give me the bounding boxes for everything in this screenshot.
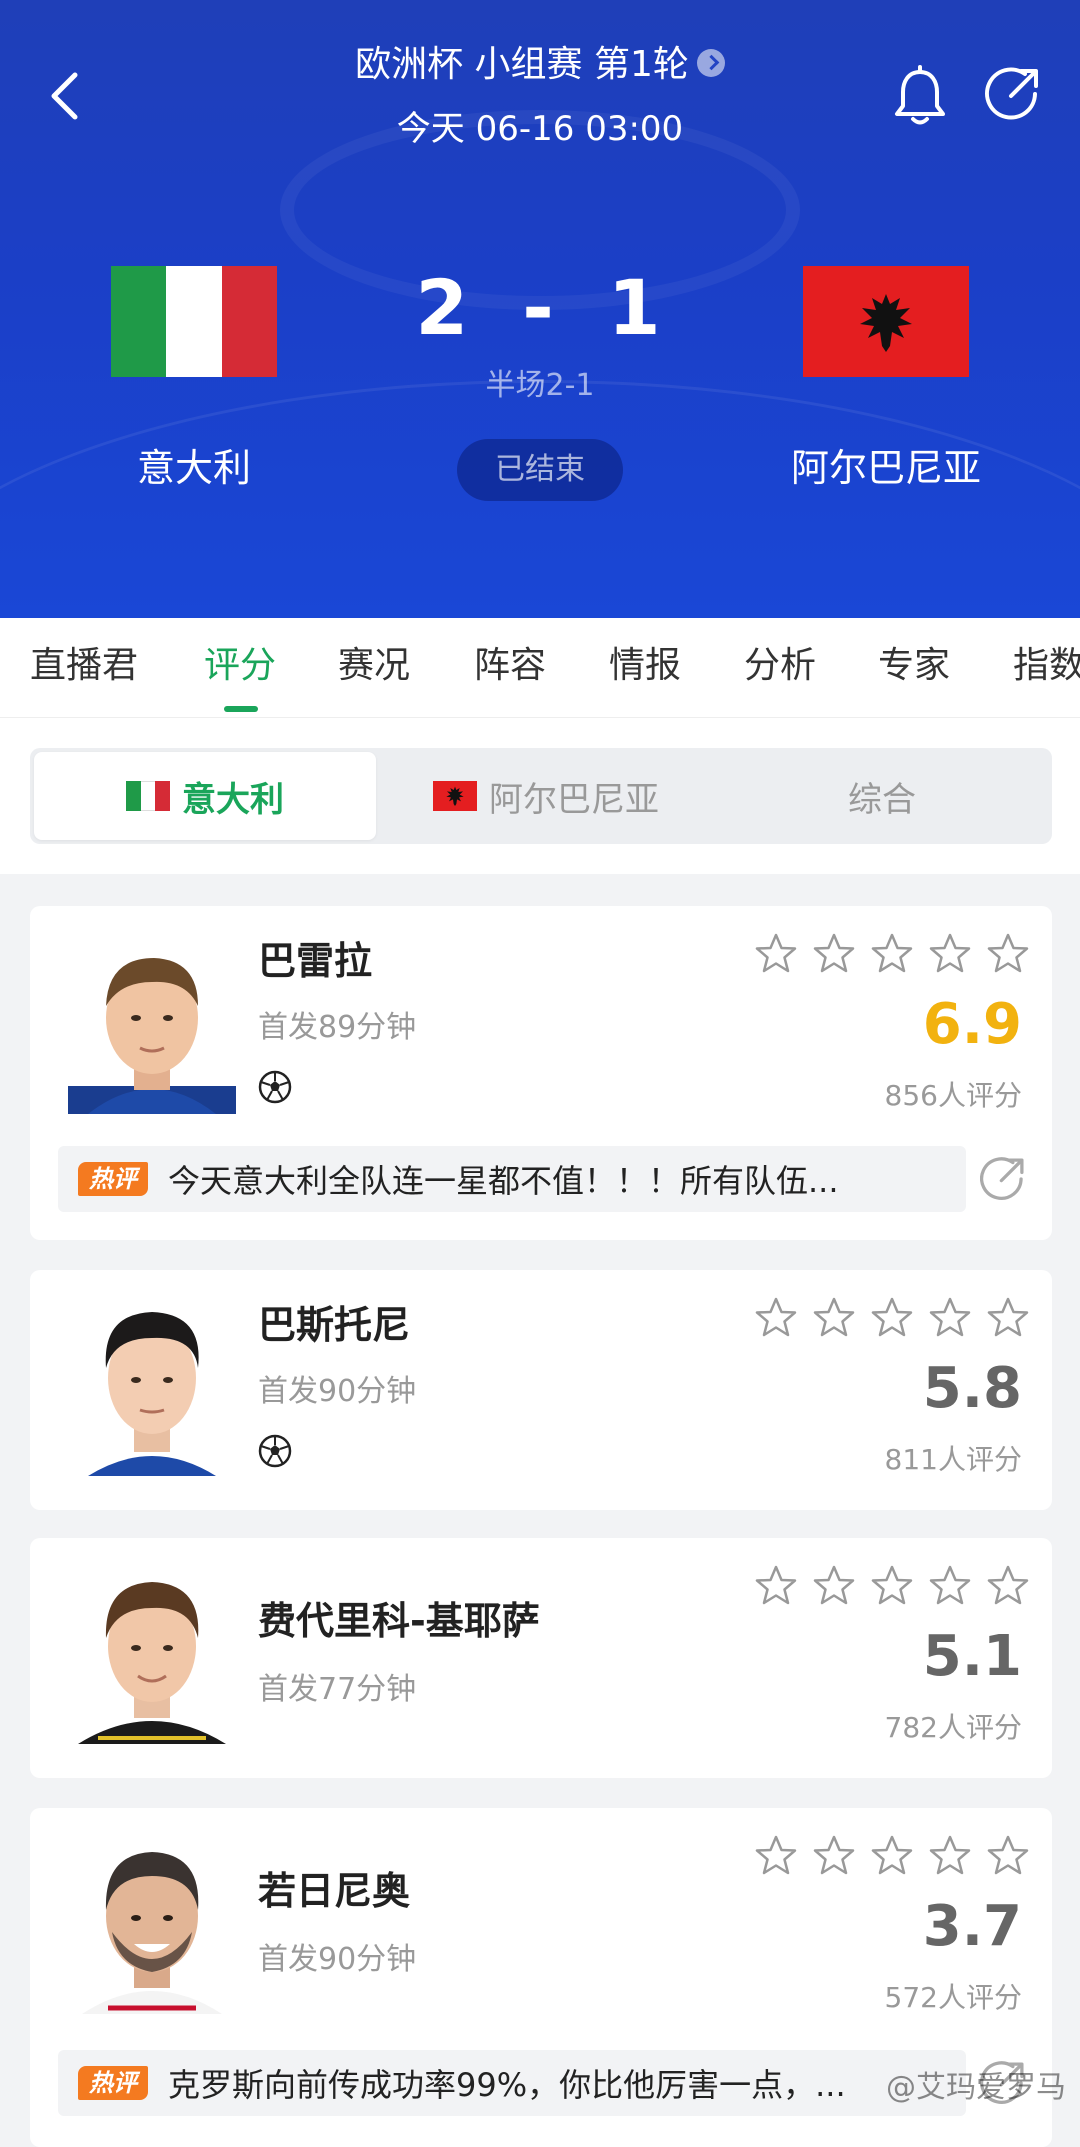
player-name: 若日尼奥	[258, 1869, 411, 1913]
rating-vote-count: 811人评分	[884, 1443, 1022, 1476]
scoreboard: 2-1	[0, 258, 1080, 358]
player-minutes: 首发77分钟	[258, 1672, 417, 1707]
rating-vote-count: 572人评分	[884, 1981, 1022, 2014]
star-icon[interactable]	[754, 1564, 798, 1608]
share-icon[interactable]	[980, 1156, 1026, 1202]
goal-ball-icon	[258, 1434, 292, 1468]
player-avatar[interactable]	[68, 1566, 236, 1744]
star-rating-input[interactable]	[754, 1564, 1030, 1608]
hot-comment-badge: 热评	[78, 2066, 148, 2100]
league-round-label: 欧洲杯 小组赛 第1轮	[355, 44, 689, 85]
halftime-score: 半场2-1	[485, 368, 595, 403]
star-icon[interactable]	[812, 1834, 856, 1878]
segment-label: 意大利	[182, 779, 284, 820]
player-avatar[interactable]	[68, 1836, 236, 2014]
match-status-badge: 已结束	[457, 439, 623, 501]
star-icon[interactable]	[870, 1296, 914, 1340]
star-icon[interactable]	[928, 1834, 972, 1878]
away-team-name[interactable]: 阿尔巴尼亚	[760, 440, 1012, 496]
home-score: 2	[415, 263, 473, 352]
star-icon[interactable]	[870, 1564, 914, 1608]
player-avatar[interactable]	[68, 1298, 236, 1476]
player-name: 费代里科-基耶萨	[258, 1599, 540, 1643]
player-minutes: 首发89分钟	[258, 1010, 417, 1045]
player-rating-score: 3.7	[922, 1894, 1022, 1959]
player-rating-card[interactable]: 巴斯托尼 首发90分钟 5.8 811人评分	[30, 1270, 1052, 1510]
hot-comment-text: 今天意大利全队连一星都不值！！！所有队伍...	[168, 1162, 839, 1200]
share-icon[interactable]	[985, 66, 1041, 122]
score-separator: -	[522, 263, 558, 352]
player-name: 巴斯托尼	[258, 1303, 411, 1347]
tab-intel[interactable]: 情报	[609, 638, 681, 694]
tab-odds[interactable]: 指数	[1013, 638, 1080, 694]
tab-experts[interactable]: 专家	[878, 638, 950, 694]
star-rating-input[interactable]	[754, 1834, 1030, 1878]
star-icon[interactable]	[986, 1296, 1030, 1340]
tab-events[interactable]: 赛况	[338, 638, 410, 694]
star-icon[interactable]	[928, 1564, 972, 1608]
star-icon[interactable]	[928, 932, 972, 976]
match-header: 欧洲杯 小组赛 第1轮 今天 06-16 03:00 2-1 半场2-1 意大利…	[0, 0, 1080, 618]
star-icon[interactable]	[812, 932, 856, 976]
player-rating-score: 6.9	[922, 992, 1022, 1057]
weibo-watermark: @艾玛爱罗马	[886, 2070, 1066, 2105]
player-minutes: 首发90分钟	[258, 1942, 417, 1977]
star-rating-input[interactable]	[754, 1296, 1030, 1340]
star-rating-input[interactable]	[754, 932, 1030, 976]
tab-lineup[interactable]: 阵容	[474, 638, 546, 694]
hot-comment[interactable]: 热评 克罗斯向前传成功率99%，你比他厉害一点，...	[58, 2050, 966, 2116]
tab-rating[interactable]: 评分	[204, 638, 276, 694]
star-icon[interactable]	[754, 1296, 798, 1340]
star-icon[interactable]	[812, 1564, 856, 1608]
active-tab-indicator	[224, 706, 258, 712]
segment-home-team[interactable]: 意大利	[34, 752, 376, 840]
chevron-right-icon	[696, 49, 725, 77]
tab-analysis[interactable]: 分析	[744, 638, 816, 694]
italy-flag-icon	[126, 781, 171, 811]
star-icon[interactable]	[812, 1296, 856, 1340]
tab-live[interactable]: 直播君	[30, 638, 138, 694]
player-rating-card[interactable]: 费代里科-基耶萨 首发77分钟 5.1 782人评分	[30, 1538, 1052, 1778]
segment-label: 综合	[848, 779, 916, 820]
player-avatar[interactable]	[68, 936, 236, 1114]
rating-vote-count: 782人评分	[884, 1711, 1022, 1744]
star-icon[interactable]	[986, 1834, 1030, 1878]
star-icon[interactable]	[754, 932, 798, 976]
bell-icon[interactable]	[890, 64, 950, 128]
away-score: 1	[607, 263, 665, 352]
player-minutes: 首发90分钟	[258, 1374, 417, 1409]
star-icon[interactable]	[986, 1564, 1030, 1608]
segment-combined[interactable]: 综合	[716, 752, 1048, 840]
hot-comment-text: 克罗斯向前传成功率99%，你比他厉害一点，...	[168, 2066, 846, 2104]
hot-comment-badge: 热评	[78, 1162, 148, 1196]
segment-label: 阿尔巴尼亚	[489, 779, 659, 820]
star-icon[interactable]	[928, 1296, 972, 1340]
player-rating-card[interactable]: 巴雷拉 首发89分钟 6.9 856人评分 热评 今天意大利全队连一星都不值！！…	[30, 906, 1052, 1240]
goal-ball-icon	[258, 1070, 292, 1104]
star-icon[interactable]	[986, 932, 1030, 976]
star-icon[interactable]	[870, 932, 914, 976]
star-icon[interactable]	[870, 1834, 914, 1878]
segment-away-team[interactable]: 阿尔巴尼亚	[376, 752, 716, 840]
match-tabs: 直播君 评分 赛况 阵容 情报 分析 专家 指数	[0, 618, 1080, 718]
hot-comment[interactable]: 热评 今天意大利全队连一星都不值！！！所有队伍...	[58, 1146, 966, 1212]
albania-flag-icon	[433, 781, 477, 811]
player-rating-score: 5.8	[922, 1356, 1022, 1421]
player-rating-score: 5.1	[922, 1624, 1022, 1689]
star-icon[interactable]	[754, 1834, 798, 1878]
rating-vote-count: 856人评分	[884, 1079, 1022, 1112]
team-segmented-control: 意大利 阿尔巴尼亚 综合	[30, 748, 1052, 844]
player-name: 巴雷拉	[258, 939, 373, 983]
team-filter-section: 意大利 阿尔巴尼亚 综合	[0, 718, 1080, 874]
home-team-name[interactable]: 意大利	[94, 440, 294, 496]
